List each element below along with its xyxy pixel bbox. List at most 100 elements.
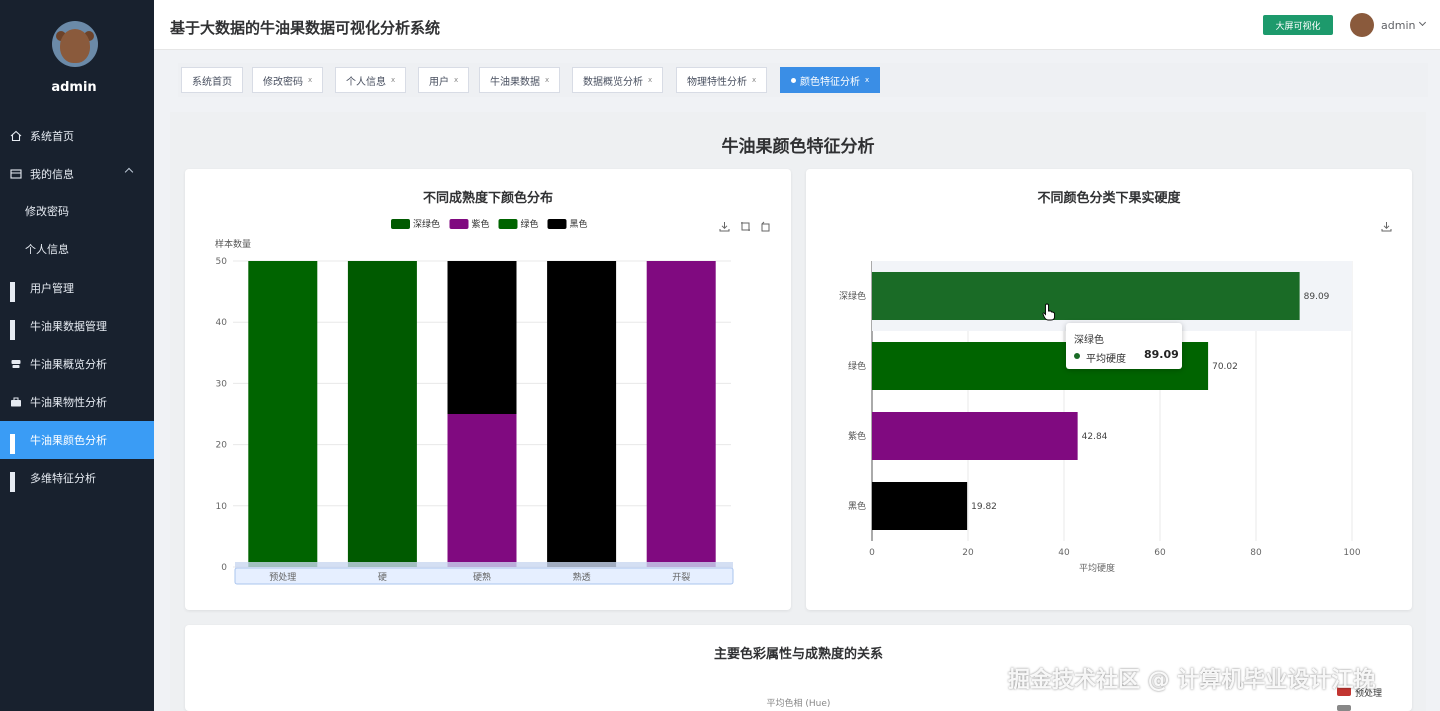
sidebar: admin 系统首页 我的信息 修改密码 个人信息 用户管理 牛油果数据管理 牛… <box>0 0 154 711</box>
id-card-icon <box>10 169 22 179</box>
hand-cursor-icon <box>1042 303 1055 321</box>
sidebar-item-color[interactable]: 牛油果颜色分析 <box>0 421 154 459</box>
tab-label: 物理特性分析 <box>687 76 747 88</box>
briefcase-icon <box>11 397 21 407</box>
y-tick-label: 0 <box>221 563 227 573</box>
bigscreen-button[interactable]: 大屏可视化 <box>1263 15 1333 35</box>
x-axis-label: 平均色相 (Hue) <box>766 699 831 709</box>
sidebar-item-label: 牛油果概览分析 <box>30 358 107 371</box>
close-icon[interactable]: x <box>865 76 869 84</box>
bar <box>872 412 1078 460</box>
x-tick-label: 硬 <box>378 572 387 583</box>
sidebar-item-multidim[interactable]: 多维特征分析 <box>0 459 154 497</box>
tab-label: 修改密码 <box>263 76 303 88</box>
sidebar-avatar <box>52 21 98 67</box>
y-tick-label: 30 <box>216 379 228 389</box>
chart-tooltip: 深绿色 平均硬度 89.09 <box>1066 323 1182 369</box>
x-tick-label: 硬熟 <box>473 571 491 583</box>
legend-swatch <box>1337 705 1351 711</box>
data-zoom-handle-bar <box>235 562 733 568</box>
legend-label: 紫色 <box>472 218 490 230</box>
y-tick-label: 黑色 <box>848 500 866 512</box>
sidebar-item-overview[interactable]: 牛油果概览分析 <box>0 345 154 383</box>
legend-swatch <box>547 219 567 229</box>
sidebar-item-label: 牛油果数据管理 <box>30 320 107 333</box>
y-axis-label: 样本数量 <box>215 238 251 250</box>
bar <box>872 272 1300 320</box>
bar <box>547 261 617 567</box>
tab-overview[interactable]: 数据概览分析 x <box>572 67 664 93</box>
y-tick-label: 深绿色 <box>839 290 866 302</box>
x-tick-label: 80 <box>1250 548 1262 558</box>
sidebar-item-change-password[interactable]: 修改密码 <box>0 192 154 230</box>
tooltip-series: 平均硬度 <box>1086 354 1126 365</box>
tab-physical[interactable]: 物理特性分析 x <box>676 67 768 93</box>
grid-icon <box>10 282 22 302</box>
x-tick-label: 20 <box>962 548 974 558</box>
watermark: 掘金技术社区 @ 计算机毕业设计江挽 <box>1008 668 1376 693</box>
close-icon[interactable]: x <box>648 76 652 84</box>
sidebar-item-label: 多维特征分析 <box>30 472 96 485</box>
active-dot-icon <box>791 77 796 83</box>
sidebar-item-my-info[interactable]: 我的信息 <box>0 155 154 193</box>
legend-swatch <box>498 219 518 229</box>
tab-personal-info[interactable]: 个人信息 x <box>335 67 407 93</box>
x-tick-label: 0 <box>869 548 875 558</box>
header-username[interactable]: admin <box>1381 19 1415 32</box>
legend-label: 黑色 <box>570 218 588 230</box>
sidebar-item-physical[interactable]: 牛油果物性分析 <box>0 383 154 421</box>
x-tick-label: 开裂 <box>672 572 690 583</box>
sidebar-item-personal-info[interactable]: 个人信息 <box>0 230 154 268</box>
sidebar-item-label: 修改密码 <box>25 205 69 218</box>
sidebar-item-label: 牛油果颜色分析 <box>30 434 107 447</box>
sidebar-item-label: 用户管理 <box>30 282 74 295</box>
tab-color[interactable]: 颜色特征分析 x <box>780 67 881 93</box>
bar <box>447 414 517 567</box>
bar <box>447 261 517 414</box>
tab-label: 用户 <box>429 76 449 88</box>
x-tick-label: 熟透 <box>573 571 591 583</box>
chart-title: 主要色彩属性与成熟度的关系 <box>713 647 883 662</box>
close-icon[interactable]: x <box>545 76 549 84</box>
chevron-up-icon <box>124 167 134 177</box>
tooltip-value: 89.09 <box>1144 348 1179 361</box>
top-header: 基于大数据的牛油果数据可视化分析系统 大屏可视化 admin <box>154 0 1440 50</box>
tab-label: 数据概览分析 <box>583 76 643 88</box>
stacked-bar-chart: 深绿色 紫色 绿色 黑色样本数量 0 10 20 30 40 50 预处理 硬 硬熟 熟透 开裂 <box>215 218 734 585</box>
tab-users[interactable]: 用户 x <box>418 67 470 93</box>
sidebar-item-avocado-data[interactable]: 牛油果数据管理 <box>0 307 154 345</box>
tab-label: 系统首页 <box>192 76 232 88</box>
close-icon[interactable]: x <box>454 76 458 84</box>
x-tick-label: 100 <box>1343 548 1360 558</box>
y-tick-label: 20 <box>216 441 228 451</box>
sidebar-item-label: 牛油果物性分析 <box>30 396 107 409</box>
y-tick-label: 绿色 <box>848 360 866 372</box>
data-label: 89.09 <box>1304 292 1330 302</box>
grid-icon <box>10 320 22 340</box>
page-title: 牛油果颜色特征分析 <box>721 137 875 157</box>
tab-label: 牛油果数据 <box>490 76 540 88</box>
close-icon[interactable]: x <box>391 76 395 84</box>
bar <box>646 261 716 567</box>
sidebar-item-users[interactable]: 用户管理 <box>0 269 154 307</box>
x-axis-label: 平均硬度 <box>1079 562 1115 574</box>
y-tick-label: 10 <box>216 502 228 512</box>
bar <box>347 261 417 567</box>
chevron-down-icon[interactable] <box>1418 18 1427 27</box>
y-tick-label: 40 <box>216 318 228 328</box>
y-tick-label: 紫色 <box>848 430 866 442</box>
tooltip-marker <box>1074 353 1080 359</box>
sidebar-item-label: 我的信息 <box>30 168 74 181</box>
tab-home[interactable]: 系统首页 <box>181 67 243 93</box>
close-icon[interactable]: x <box>752 76 756 84</box>
legend-swatch <box>391 219 410 229</box>
close-icon[interactable]: x <box>308 76 312 84</box>
tab-label: 个人信息 <box>346 76 386 88</box>
x-tick-label: 40 <box>1058 548 1070 558</box>
bar <box>872 482 968 530</box>
tab-change-password[interactable]: 修改密码 x <box>252 67 324 93</box>
tab-avocado-data[interactable]: 牛油果数据 x <box>479 67 561 93</box>
grid-icon <box>10 434 22 454</box>
bar <box>248 261 318 567</box>
avatar[interactable] <box>1350 13 1374 37</box>
